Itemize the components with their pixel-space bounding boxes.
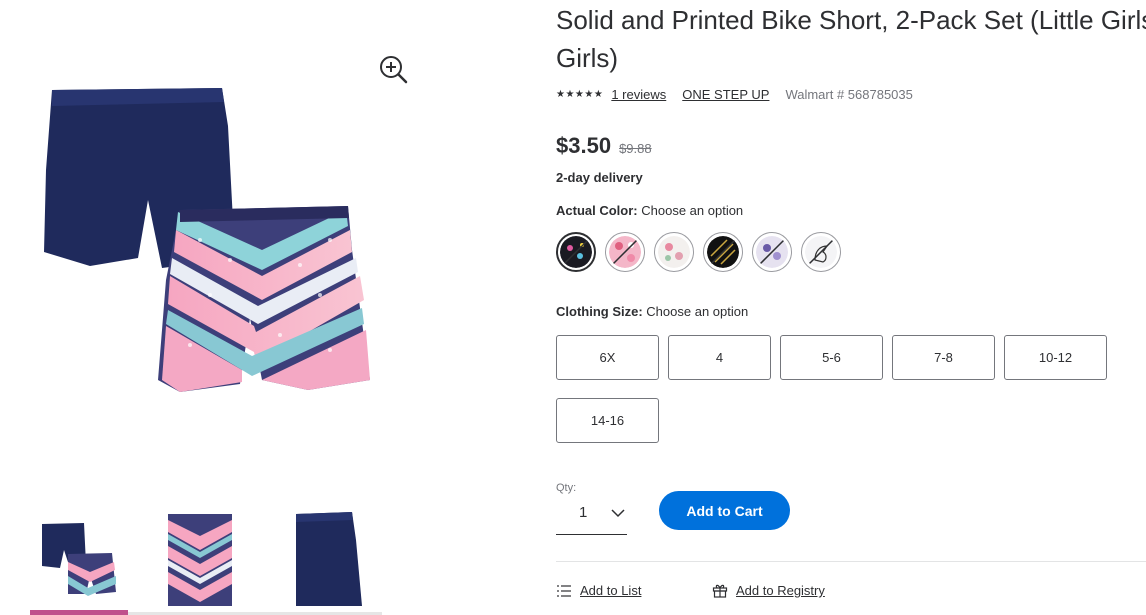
was-price: $9.88 <box>619 141 652 156</box>
qty-value: 1 <box>579 504 588 521</box>
brand-link[interactable]: ONE STEP UP <box>682 87 769 102</box>
color-label-key: Actual Color: <box>556 203 638 218</box>
swatch-pink-floral[interactable] <box>605 232 645 272</box>
reviews-link[interactable]: 1 reviews <box>611 87 666 102</box>
list-icon <box>557 584 571 597</box>
delivery-info: 2-day delivery <box>556 170 643 185</box>
thumbnail-3[interactable] <box>290 506 370 606</box>
thumbnail-2[interactable] <box>160 506 240 606</box>
product-details: Solid and Printed Bike Short, 2-Pack Set… <box>556 0 1146 615</box>
color-swatches <box>556 232 841 272</box>
product-title: Solid and Printed Bike Short, 2-Pack Set… <box>556 5 1146 35</box>
swatch-white-floral[interactable] <box>654 232 694 272</box>
color-option-label: Actual Color: Choose an option <box>556 203 743 218</box>
swatch-black-gold[interactable] <box>703 232 743 272</box>
product-main-image[interactable] <box>30 80 380 400</box>
qty-label: Qty: <box>556 482 577 494</box>
size-option-label: Clothing Size: Choose an option <box>556 304 748 319</box>
add-to-registry-label: Add to Registry <box>736 583 825 598</box>
color-label-value: Choose an option <box>641 203 744 218</box>
thumbnail-1[interactable] <box>30 506 128 606</box>
size-button-5-6[interactable]: 5-6 <box>780 335 883 380</box>
thumbnail-active-indicator <box>30 610 128 615</box>
size-label-key: Clothing Size: <box>556 304 643 319</box>
size-button-6x[interactable]: 6X <box>556 335 659 380</box>
size-label-value: Choose an option <box>646 304 749 319</box>
zoom-in-icon[interactable] <box>376 52 410 86</box>
walmart-item-number: Walmart # 568785035 <box>785 86 913 102</box>
size-button-10-12[interactable]: 10-12 <box>1004 335 1107 380</box>
swatch-purple-print[interactable] <box>752 232 792 272</box>
divider <box>556 561 1146 562</box>
product-media <box>0 0 420 615</box>
size-button-7-8[interactable]: 7-8 <box>892 335 995 380</box>
quantity-select[interactable]: 1 <box>556 495 627 535</box>
current-price: $3.50 <box>556 133 612 158</box>
swatch-unicorn[interactable] <box>801 232 841 272</box>
add-to-registry-link[interactable]: Add to Registry <box>712 583 825 598</box>
rating-stars: ★★★★★ <box>556 88 604 100</box>
product-meta: ★★★★★ 1 reviews ONE STEP UP Walmart # 56… <box>556 85 913 103</box>
size-button-14-16[interactable]: 14-16 <box>556 398 659 443</box>
product-title-continued: Girls) <box>556 43 619 73</box>
price-row: $3.50 $9.88 <box>556 133 652 159</box>
size-button-4[interactable]: 4 <box>668 335 771 380</box>
chevron-down-icon <box>611 509 625 518</box>
swatch-black-multi[interactable] <box>556 232 596 272</box>
thumbnail-strip <box>0 500 420 615</box>
add-to-cart-button[interactable]: Add to Cart <box>659 491 790 530</box>
add-to-list-label: Add to List <box>580 583 642 598</box>
gift-icon <box>712 584 728 598</box>
add-to-list-link[interactable]: Add to List <box>556 583 641 598</box>
